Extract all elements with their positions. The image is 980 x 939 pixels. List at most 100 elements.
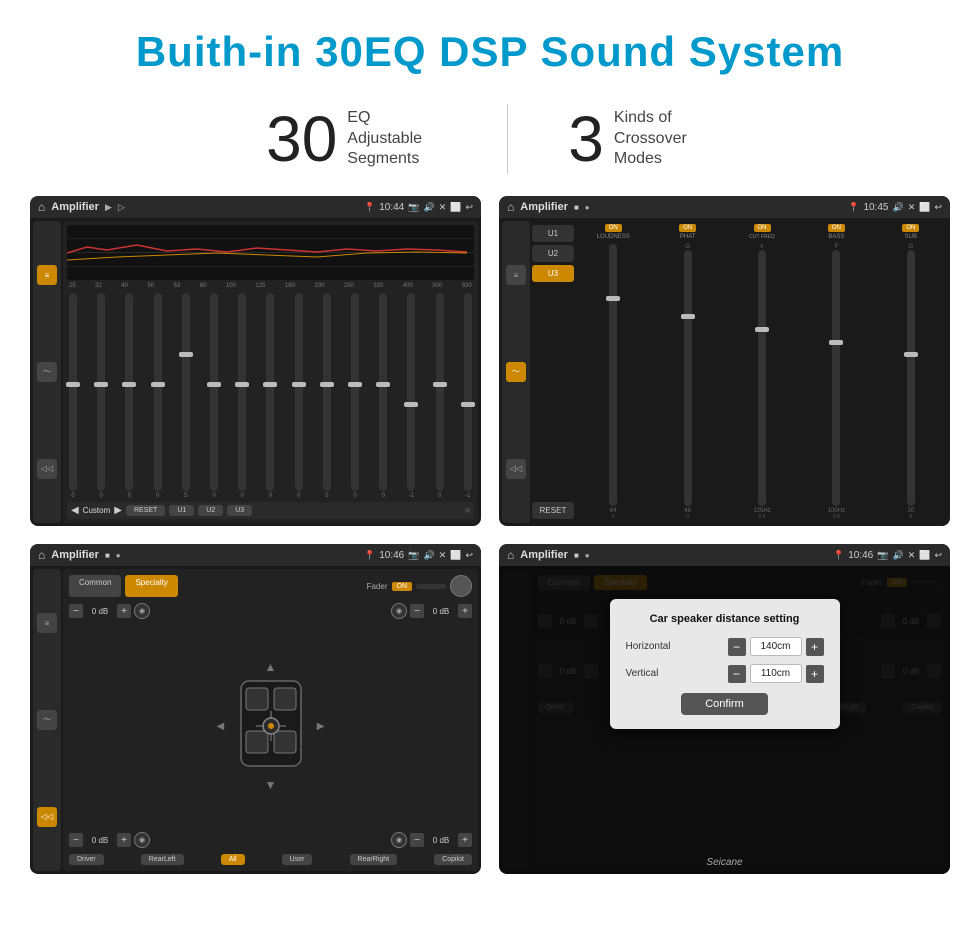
vertical-control: − 110cm + <box>728 664 824 683</box>
preset-u1[interactable]: U1 <box>532 225 574 242</box>
u1-btn[interactable]: U1 <box>169 505 194 516</box>
dot-icon-2: ● <box>585 203 590 212</box>
cutfreq-slider[interactable] <box>758 250 766 506</box>
eq-body: ≡ 〜 ◁◁ <box>30 218 481 526</box>
eq-slider-col-1[interactable]: 0 <box>69 293 77 499</box>
zone-all[interactable]: All <box>221 854 245 865</box>
eq-slider-col-3[interactable]: 0 <box>125 293 133 499</box>
zone-driver[interactable]: Driver <box>69 854 104 865</box>
app-title-2: Amplifier <box>520 201 568 213</box>
plus-btn-3[interactable]: + <box>458 604 472 618</box>
back-icon-2[interactable]: ↩ <box>934 202 942 213</box>
spec-sidebar-icon1[interactable]: ≡ <box>37 613 57 633</box>
home-icon-3[interactable]: ⌂ <box>38 548 45 562</box>
eq-slider-col-2[interactable]: 0 <box>97 293 105 499</box>
u3-btn[interactable]: U3 <box>227 505 252 516</box>
eq-slider-col-10[interactable]: 0 <box>323 293 331 499</box>
minus-btn-2[interactable]: − <box>69 833 83 847</box>
vertical-row: Vertical − 110cm + <box>626 664 824 683</box>
eq-sidebar-eq-icon[interactable]: ≡ <box>37 265 57 285</box>
eq-sidebar-speaker-icon[interactable]: ◁◁ <box>37 459 57 479</box>
up-arrow[interactable]: ▲ <box>265 660 277 674</box>
xover-sidebar-icon1[interactable]: ≡ <box>506 265 526 285</box>
zone-buttons: Driver RearLeft All User RearRight Copil… <box>69 854 472 865</box>
left-arrow[interactable]: ◀ <box>217 721 225 732</box>
sub-zero: 0 <box>909 514 912 520</box>
next-btn[interactable]: ▶ <box>114 505 122 516</box>
xover-reset[interactable]: RESET <box>532 502 574 519</box>
eq-slider-col-6[interactable]: 0 <box>210 293 218 499</box>
eq-slider-col-9[interactable]: 0 <box>295 293 303 499</box>
speaker-icon-left-top: ◉ <box>134 603 150 619</box>
xover-presets: U1 U2 U3 RESET <box>532 221 574 523</box>
preset-u3-active[interactable]: U3 <box>532 265 574 282</box>
minus-btn-1[interactable]: − <box>69 604 83 618</box>
loudness-slider[interactable] <box>609 244 617 506</box>
eq-slider-col-8[interactable]: 0 <box>266 293 274 499</box>
phat-slider[interactable] <box>684 250 692 506</box>
vertical-minus[interactable]: − <box>728 665 746 683</box>
tab-common[interactable]: Common <box>69 575 121 597</box>
eq-slider-col-11[interactable]: 0 <box>351 293 359 499</box>
plus-btn-4[interactable]: + <box>458 833 472 847</box>
camera-icon-1: 📷 <box>408 202 419 213</box>
back-icon-1[interactable]: ↩ <box>465 202 473 213</box>
eq-slider-col-4[interactable]: 0 <box>154 293 162 499</box>
fader-on-btn[interactable]: ON <box>392 582 413 591</box>
vertical-plus[interactable]: + <box>806 665 824 683</box>
close-icon-3: ✕ <box>439 550 447 561</box>
eq-slider-col-15[interactable]: -1 <box>464 293 472 499</box>
freq-25: 25 <box>69 283 76 289</box>
fader-track[interactable] <box>416 584 446 589</box>
bass-slider[interactable] <box>832 250 840 506</box>
down-arrow[interactable]: ▼ <box>265 778 277 792</box>
eq-slider-col-12[interactable]: 0 <box>379 293 387 499</box>
channel-phat: ON PHAT G 48 0 <box>651 221 723 523</box>
spec-sidebar-icon3[interactable]: ◁◁ <box>37 807 57 827</box>
eq-slider-col-7[interactable]: 0 <box>238 293 246 499</box>
sub-slider[interactable] <box>907 250 915 506</box>
preset-u2[interactable]: U2 <box>532 245 574 262</box>
horizontal-plus[interactable]: + <box>806 638 824 656</box>
xover-sidebar-icon3[interactable]: ◁◁ <box>506 459 526 479</box>
bass-toggle[interactable]: ON <box>828 224 845 232</box>
horizontal-minus[interactable]: − <box>728 638 746 656</box>
close-icon-4: ✕ <box>908 550 916 561</box>
cutfreq-toggle[interactable]: ON <box>754 224 771 232</box>
zone-rearright[interactable]: RearRight <box>350 854 398 865</box>
eq-sidebar-wave-icon[interactable]: 〜 <box>37 362 57 382</box>
u2-btn[interactable]: U2 <box>198 505 223 516</box>
back-icon-4[interactable]: ↩ <box>934 550 942 561</box>
prev-btn[interactable]: ◀ <box>71 505 79 516</box>
tab-specialty[interactable]: Specialty <box>125 575 177 597</box>
dot-icon-4: ● <box>585 551 590 560</box>
plus-btn-1[interactable]: + <box>117 604 131 618</box>
zone-user[interactable]: User <box>282 854 313 865</box>
xover-sidebar-icon2[interactable]: 〜 <box>506 362 526 382</box>
plus-btn-2[interactable]: + <box>117 833 131 847</box>
minus-btn-4[interactable]: − <box>410 833 424 847</box>
db-value-4: 0 dB <box>427 836 455 845</box>
eq-slider-col-14[interactable]: 0 <box>436 293 444 499</box>
db-control-4: ◉ − 0 dB + <box>391 832 472 848</box>
confirm-button[interactable]: Confirm <box>681 693 768 715</box>
spec-sidebar-icon2[interactable]: 〜 <box>37 710 57 730</box>
loudness-toggle[interactable]: ON <box>605 224 622 232</box>
home-icon-2[interactable]: ⌂ <box>507 200 514 214</box>
freq-200: 200 <box>314 283 324 289</box>
phat-toggle[interactable]: ON <box>679 224 696 232</box>
eq-slider-col-13[interactable]: -1 <box>407 293 415 499</box>
home-icon-4[interactable]: ⌂ <box>507 548 514 562</box>
speaker-icon-right-top: ◉ <box>391 603 407 619</box>
zone-copilot[interactable]: Copilot <box>434 854 472 865</box>
sub-toggle[interactable]: ON <box>902 224 919 232</box>
time-2: 10:45 <box>863 202 888 213</box>
minus-btn-3[interactable]: − <box>410 604 424 618</box>
home-icon-1[interactable]: ⌂ <box>38 200 45 214</box>
horizontal-label: Horizontal <box>626 641 681 652</box>
zone-rearleft[interactable]: RearLeft <box>141 854 184 865</box>
eq-slider-col-5[interactable]: 5 <box>182 293 190 499</box>
reset-btn-1[interactable]: RESET <box>126 505 165 516</box>
right-arrow[interactable]: ▶ <box>317 721 325 732</box>
back-icon-3[interactable]: ↩ <box>465 550 473 561</box>
